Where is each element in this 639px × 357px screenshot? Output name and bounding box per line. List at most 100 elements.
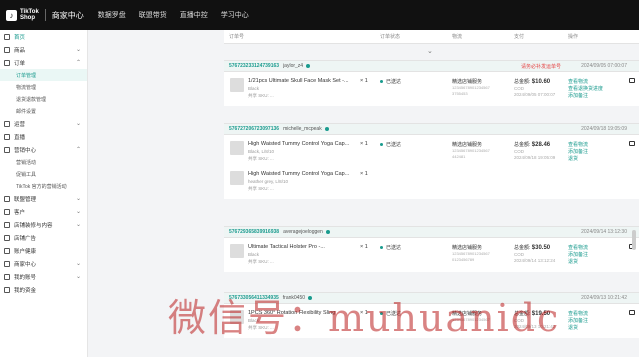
scrollbar[interactable] — [632, 230, 636, 250]
sidebar-item-19[interactable]: 我的账号 ⌄ — [0, 270, 87, 283]
chevron-icon[interactable]: ⌄ — [76, 46, 81, 53]
product-thumbnail[interactable] — [230, 78, 244, 92]
sidebar-item-16[interactable]: 店铺广告 — [0, 231, 87, 244]
tracking-number[interactable]: 12345678901234567 — [452, 85, 490, 90]
collapse-chevron-icon[interactable]: ⌄ — [427, 47, 433, 55]
order-id[interactable]: 576723233124739163 — [229, 63, 279, 69]
nav-affiliate[interactable]: 联盟带货 — [139, 10, 167, 20]
warning-text: 请务必补发运单号 — [520, 63, 561, 70]
order-header: 576729365839916938 averagejoeloggen 2024/0… — [224, 226, 639, 238]
product-qty: × 1 — [360, 244, 368, 250]
order-action-link[interactable]: 添加备注 — [568, 92, 588, 99]
order-action-link[interactable]: 退货 — [568, 155, 578, 162]
message-icon[interactable] — [629, 141, 635, 146]
order-amount: 总金额: $30.50 — [514, 244, 550, 251]
order-action-link[interactable]: 查看物流 — [568, 78, 588, 85]
sidebar-item-8[interactable]: 直播 — [0, 130, 87, 143]
sidebar-item-1[interactable]: 商品 ⌄ — [0, 43, 87, 56]
payment-time: 2024/09/18 19:05:09 — [514, 155, 556, 160]
chevron-icon[interactable]: ⌄ — [76, 120, 81, 127]
chevron-icon[interactable]: ⌄ — [76, 195, 81, 202]
sidebar-item-18[interactable]: 商家中心 ⌄ — [0, 257, 87, 270]
nav-learning-center[interactable]: 学习中心 — [221, 10, 249, 20]
order-action-link[interactable]: 添加备注 — [568, 251, 588, 258]
payment-time: 2024/09/13 10:21:42 — [514, 324, 556, 329]
chat-status-icon — [308, 296, 313, 300]
sidebar-item-15[interactable]: 店铺装修与内容 ⌄ — [0, 218, 87, 231]
product-thumbnail[interactable] — [230, 171, 244, 185]
sidebar: 首页商品 ⌄ 订单 ⌃ 订单管理 物流管理 退货退款管理邮件设置运营 ⌄ 直播 营销中心 ⌃ 营销活动… — [0, 30, 88, 357]
order-action-link[interactable]: 查看物流 — [568, 310, 588, 317]
chevron-icon[interactable]: ⌃ — [76, 146, 81, 153]
sidebar-item-9[interactable]: 营销中心 ⌃ — [0, 143, 87, 156]
nav-live-console[interactable]: 直播中控 — [180, 10, 208, 20]
product-variant: Black, L/8/10 — [248, 149, 275, 154]
sidebar-sub-11[interactable]: 促销工具 — [0, 168, 87, 180]
order-action-link[interactable]: 查看物流 — [568, 244, 588, 251]
chevron-icon[interactable]: ⌄ — [76, 208, 81, 215]
sidebar-sub-12[interactable]: TikTok 官方的营销活动 — [0, 180, 87, 192]
sidebar-item-2[interactable]: 订单 ⌃ — [0, 56, 87, 69]
sidebar-label: TikTok 官方的营销活动 — [16, 183, 67, 190]
sidebar-item-13[interactable]: 联盟管理 ⌄ — [0, 192, 87, 205]
order-id[interactable]: 576727206723097136 — [229, 126, 279, 132]
sidebar-label: 店铺装修与内容 — [14, 222, 53, 229]
message-icon[interactable] — [629, 310, 635, 315]
tracking-number[interactable]: 12345678901234567 — [452, 148, 490, 153]
sidebar-sub-5[interactable]: 退货退款管理 — [0, 93, 87, 105]
tracking-number-2: 0123456789 — [452, 257, 475, 262]
col-payment: 支付 — [514, 34, 525, 40]
order-id[interactable]: 576733056411334935 — [229, 295, 279, 301]
sidebar-item-20[interactable]: 我的资金 — [0, 283, 87, 296]
tracking-number-2: 442481 — [452, 154, 466, 159]
order-header: 576727206723097136 michelle_mcpeak 2024/09… — [224, 123, 639, 135]
product-title[interactable]: 1PCS 360° Rotation Flexibility Sling — [248, 310, 335, 316]
order-status: 已送达 — [380, 244, 401, 251]
order-id[interactable]: 576729365839916938 — [229, 229, 279, 235]
sidebar-item-14[interactable]: 客户 ⌄ — [0, 205, 87, 218]
product-sku: 共享 SKU: ... — [248, 156, 274, 161]
tracking-number[interactable]: 12345678901234567 — [452, 317, 490, 322]
payment-method: COD — [514, 252, 524, 257]
product-qty: × 1 — [360, 310, 368, 316]
sidebar-sub-3[interactable]: 订单管理 — [0, 69, 87, 81]
order-action-link[interactable]: 添加备注 — [568, 148, 588, 155]
order-action-link[interactable]: 退货 — [568, 324, 578, 331]
buyer-name[interactable]: jaylor_z4 — [283, 63, 303, 69]
order-action-link[interactable]: 添加备注 — [568, 317, 588, 324]
sidebar-sub-6[interactable]: 邮件设置 — [0, 105, 87, 117]
product-title[interactable]: Ultimate Tactical Holster Pro -... — [248, 244, 325, 250]
chevron-icon[interactable]: ⌄ — [76, 273, 81, 280]
product-thumbnail[interactable] — [230, 310, 244, 324]
message-icon[interactable] — [629, 78, 635, 83]
chevron-icon[interactable]: ⌄ — [76, 221, 81, 228]
nav-data-compass[interactable]: 数据罗盘 — [98, 10, 126, 20]
sidebar-sub-4[interactable]: 物流管理 — [0, 81, 87, 93]
order-action-link[interactable]: 退货 — [568, 258, 578, 265]
menu-icon — [4, 221, 10, 228]
product-title[interactable]: 1/21pcs Ultimate Skull Face Mask Set -..… — [248, 78, 349, 84]
sidebar-item-0[interactable]: 首页 — [0, 30, 87, 43]
chevron-icon[interactable]: ⌃ — [76, 59, 81, 66]
sidebar-item-17[interactable]: 账户健康 — [0, 244, 87, 257]
sidebar-item-7[interactable]: 运营 ⌄ — [0, 117, 87, 130]
tiktok-shop-logo[interactable]: ♪ TikTok Shop — [6, 9, 39, 21]
order-action-link[interactable]: 查看退换货进度 — [568, 85, 603, 92]
menu-icon — [4, 46, 10, 53]
sidebar-label: 运营 — [14, 121, 26, 128]
sidebar-sub-10[interactable]: 营销活动 — [0, 156, 87, 168]
sidebar-label: 商品 — [14, 47, 26, 54]
buyer-name[interactable]: michelle_mcpeak — [283, 126, 322, 132]
product-title[interactable]: High Waisted Tummy Control Yoga Cap... — [248, 171, 349, 177]
chevron-icon[interactable]: ⌄ — [76, 260, 81, 267]
product-title[interactable]: High Waisted Tummy Control Yoga Cap... — [248, 141, 349, 147]
product-thumbnail[interactable] — [230, 141, 244, 155]
sidebar-label: 订单 — [14, 60, 26, 67]
order-action-link[interactable]: 查看物流 — [568, 141, 588, 148]
tracking-number[interactable]: 12345678901234567 — [452, 251, 490, 256]
sidebar-label: 邮件设置 — [16, 108, 37, 115]
buyer-name[interactable]: averagejoeloggen — [283, 229, 323, 235]
order-time: 2024/09/05 07:00:07 — [581, 63, 627, 69]
buyer-name[interactable]: frank0450 — [283, 295, 305, 301]
product-thumbnail[interactable] — [230, 244, 244, 258]
